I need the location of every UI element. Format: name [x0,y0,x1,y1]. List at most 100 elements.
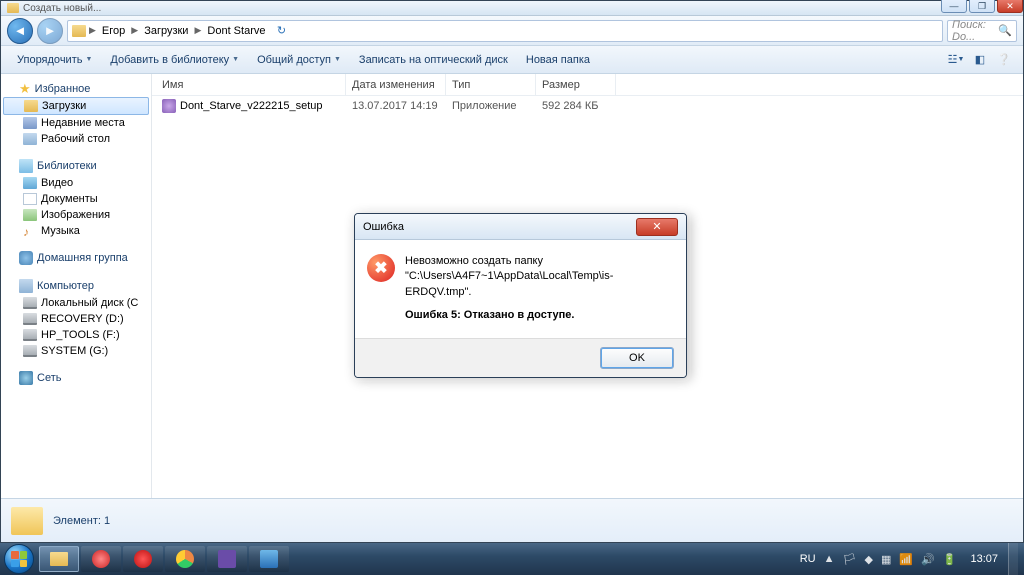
favorites-header[interactable]: ★Избранное [1,80,151,97]
file-row[interactable]: Dont_Starve_v222215_setup 13.07.2017 14:… [152,96,1023,116]
start-button[interactable] [0,543,38,575]
close-button[interactable]: ✕ [997,0,1023,13]
folder-icon [72,25,86,37]
tray-up-icon[interactable]: ▲ [824,553,835,565]
error-dialog: Ошибка ✕ ✖ Невозможно создать папку "C:\… [354,213,687,378]
details-pane: Элемент: 1 [1,498,1023,542]
file-type: Приложение [446,100,536,112]
new-folder-button[interactable]: Новая папка [518,50,598,70]
computer-header[interactable]: Компьютер [1,277,151,295]
show-desktop-button[interactable] [1008,543,1018,575]
breadcrumb-item[interactable]: Dont Starve [204,23,268,39]
forward-button[interactable]: ► [37,18,63,44]
error-icon: ✖ [367,254,395,282]
sidebar-item-music[interactable]: ♪Музыка [1,223,151,239]
titlebar[interactable]: Создать новый... — ❐ ✕ [1,1,1023,16]
include-library-menu[interactable]: Добавить в библиотеку▼ [102,50,247,70]
desktop: Создать новый... — ❐ ✕ ◄ ► ▶ Егор ▶ Загр… [0,0,1024,575]
computer-icon [19,279,33,293]
sidebar-item-drive-c[interactable]: Локальный диск (C [1,295,151,311]
task-app[interactable] [81,546,121,572]
sidebar-item-recent[interactable]: Недавние места [1,115,151,131]
sidebar-item-documents[interactable]: Документы [1,191,151,207]
search-placeholder: Поиск: Do... [952,19,998,43]
sidebar-item-drive-f[interactable]: HP_TOOLS (F:) [1,327,151,343]
column-headers: Имя Дата изменения Тип Размер [152,74,1023,96]
window-title: Создать новый... [23,3,101,14]
volume-icon[interactable]: 🔊 [921,553,935,566]
app-icon [218,550,236,568]
task-explorer[interactable] [39,546,79,572]
toolbar: Упорядочить▼ Добавить в библиотеку▼ Общи… [1,46,1023,74]
search-input[interactable]: Поиск: Do... 🔍 [947,20,1017,42]
windows-orb-icon [4,544,34,574]
sidebar-item-desktop[interactable]: Рабочий стол [1,131,151,147]
homegroup-icon [19,251,33,265]
video-icon [23,177,37,189]
maximize-button[interactable]: ❐ [969,0,995,13]
navbar: ◄ ► ▶ Егор ▶ Загрузки ▶ Dont Starve ↻ По… [1,16,1023,46]
dialog-title: Ошибка [363,221,404,233]
share-menu[interactable]: Общий доступ▼ [249,50,349,70]
window-controls: — ❐ ✕ [941,0,1023,13]
opera-icon [134,550,152,568]
libraries-header[interactable]: Библиотеки [1,157,151,175]
homegroup-header[interactable]: Домашняя группа [1,249,151,267]
back-button[interactable]: ◄ [7,18,33,44]
chevron-right-icon[interactable]: ▶ [193,25,202,36]
clock[interactable]: 13:07 [964,553,1004,565]
burn-button[interactable]: Записать на оптический диск [351,50,516,70]
preview-pane-button[interactable]: ◧ [969,50,991,70]
task-app2[interactable] [207,546,247,572]
dialog-close-button[interactable]: ✕ [636,218,678,236]
file-date: 13.07.2017 14:19 [346,100,446,112]
app-icon [92,550,110,568]
item-count: Элемент: 1 [53,515,110,527]
network-icon[interactable]: 📶 [899,553,913,566]
refresh-button[interactable]: ↻ [270,24,292,37]
chevron-right-icon[interactable]: ▶ [88,25,97,36]
minimize-button[interactable]: — [941,0,967,13]
drive-icon [23,345,37,357]
breadcrumb-item[interactable]: Загрузки [141,23,191,39]
language-indicator[interactable]: RU [800,553,816,565]
task-opera[interactable] [123,546,163,572]
drive-icon [23,313,37,325]
network-header[interactable]: Сеть [1,369,151,387]
sidebar-item-videos[interactable]: Видео [1,175,151,191]
address-bar[interactable]: ▶ Егор ▶ Загрузки ▶ Dont Starve ↻ [67,20,943,42]
sidebar-item-downloads[interactable]: Загрузки [3,97,149,115]
folder-icon [11,507,43,535]
organize-menu[interactable]: Упорядочить▼ [9,50,100,70]
document-icon [23,193,37,205]
search-icon: 🔍 [998,24,1012,37]
library-icon [19,159,33,173]
file-name: Dont_Starve_v222215_setup [156,99,346,113]
exe-icon [162,99,176,113]
action-center-icon[interactable]: 🏳 [843,553,857,566]
sidebar-item-drive-g[interactable]: SYSTEM (G:) [1,343,151,359]
sidebar-item-pictures[interactable]: Изображения [1,207,151,223]
column-name[interactable]: Имя [156,74,346,95]
taskbar: RU ▲ 🏳 ◆ ▦ 📶 🔊 🔋 13:07 [0,543,1024,575]
view-options-button[interactable]: ☳ ▼ [945,50,967,70]
chevron-right-icon[interactable]: ▶ [130,25,139,36]
task-chrome[interactable] [165,546,205,572]
help-button[interactable]: ❔ [993,50,1015,70]
column-date[interactable]: Дата изменения [346,74,446,95]
tray-icon[interactable]: ◆ [864,553,872,566]
folder-icon [24,100,38,112]
column-type[interactable]: Тип [446,74,536,95]
power-icon[interactable]: 🔋 [943,553,957,566]
sidebar-item-drive-d[interactable]: RECOVERY (D:) [1,311,151,327]
dialog-message: Невозможно создать папку "C:\Users\A4F7~… [405,254,674,324]
recent-icon [23,117,37,129]
chrome-icon [176,550,194,568]
breadcrumb-item[interactable]: Егор [99,23,128,39]
column-size[interactable]: Размер [536,74,616,95]
ok-button[interactable]: OK [600,347,674,369]
dialog-titlebar[interactable]: Ошибка ✕ [355,214,686,240]
drive-icon [23,329,37,341]
task-app3[interactable] [249,546,289,572]
tray-icon[interactable]: ▦ [881,553,891,566]
